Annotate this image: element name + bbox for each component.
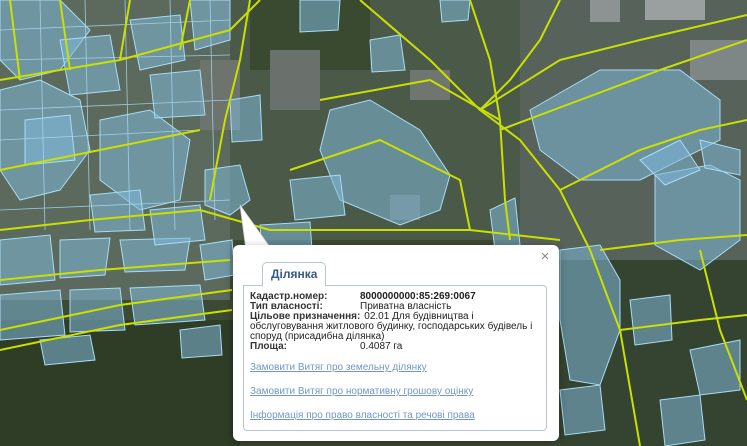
tab-parcel[interactable]: Ділянка <box>262 262 327 287</box>
parcel[interactable] <box>89 189 146 233</box>
parcel[interactable] <box>289 174 346 221</box>
parcel[interactable] <box>149 69 206 119</box>
area-value: 0.4087 га <box>360 341 403 352</box>
parcel[interactable] <box>439 0 471 23</box>
parcel[interactable] <box>559 384 606 436</box>
area-label: Площа: <box>250 341 287 352</box>
order-land-extract-link[interactable]: Замовити Витяг про земельну ділянку <box>250 362 540 373</box>
parcel[interactable] <box>299 0 341 33</box>
parcel-attributes: Кадастр.номер: 8000000000:85:269:0067 Ти… <box>250 292 540 352</box>
building <box>645 0 705 20</box>
building <box>690 40 747 80</box>
area-row: Площа: 0.4087 га <box>250 342 540 352</box>
purpose-row: Цільове призначення: 02.01 Для будівництв… <box>250 312 540 342</box>
parcel-info-popup: × Ділянка Кадастр.номер: 8000000000:85:2… <box>233 245 559 441</box>
parcel[interactable] <box>629 294 673 346</box>
parcel[interactable] <box>369 34 406 73</box>
parcel[interactable] <box>0 289 66 341</box>
building <box>590 0 620 22</box>
building <box>270 50 320 110</box>
parcel[interactable] <box>659 394 706 446</box>
parcel-details-panel: Кадастр.номер: 8000000000:85:269:0067 Ти… <box>243 285 547 431</box>
order-valuation-extract-link[interactable]: Замовити Витяг про нормативну грошову оц… <box>250 386 540 397</box>
links-list: Замовити Витяг про земельну ділянку Замо… <box>250 362 540 434</box>
close-button[interactable]: × <box>538 249 552 264</box>
parcel[interactable] <box>179 324 223 359</box>
parcel[interactable] <box>229 94 263 143</box>
ownership-rights-info-link[interactable]: Інформація про право власності та речові… <box>250 410 540 421</box>
